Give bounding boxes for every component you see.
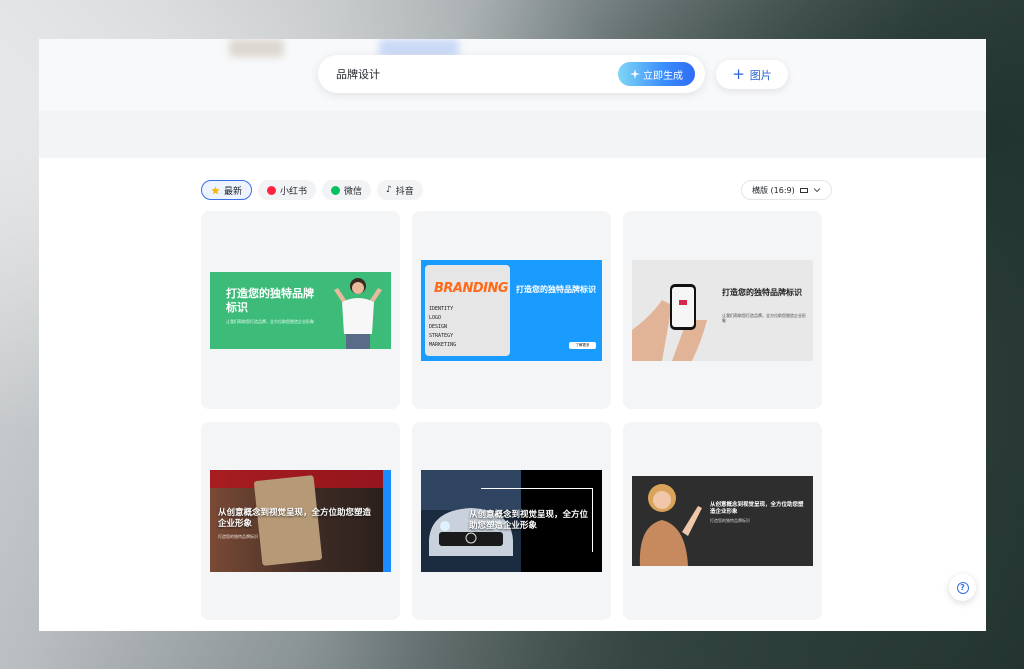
template-thumbnail: BRANDING IDENTITY LOGO DESIGN STRATEGY M… (421, 260, 602, 361)
generate-button[interactable]: 立即生成 (618, 62, 695, 86)
question-icon: ? (956, 581, 969, 594)
template-card[interactable]: 从创意概念到视觉呈现，全方位助您塑造企业形象 打造您的独特品牌标识 (201, 422, 400, 620)
learn-more-button: 了解更多 (569, 342, 596, 349)
line-item: IDENTITY (429, 306, 454, 312)
thumbnail-title: 从创意概念到视觉呈现，全方位助您塑造企业形象 (218, 508, 372, 529)
template-card[interactable]: 从创意概念到视觉呈现，全方位助您塑造企业形象 (412, 422, 611, 620)
template-thumbnail: 从创意概念到视觉呈现，全方位助您塑造企业形象 (421, 470, 602, 572)
add-image-label: 图片 (749, 68, 772, 82)
thumbnail-subtitle: 打造您的独特品牌标识 (218, 534, 258, 539)
ratio-label: 横版 (16:9) (752, 185, 795, 195)
aspect-ratio-select[interactable]: 横版 (16:9) (741, 180, 832, 200)
help-button[interactable]: ? (949, 574, 976, 601)
thumbnail-title: 从创意概念到视觉呈现，全方位助您塑造企业形象 (469, 510, 589, 531)
thumbnail-title: 打造您的独特品牌标识 (722, 288, 802, 297)
whiteboard-photo: BRANDING IDENTITY LOGO DESIGN STRATEGY M… (425, 265, 510, 356)
filter-label: 最新 (224, 186, 243, 197)
template-thumbnail: 打造您的独特品牌标识 让我们帮助您打造品牌，全方位助您塑造企业形象 (210, 272, 391, 349)
add-image-button[interactable]: + 图片 (716, 60, 788, 89)
chevron-down-icon (813, 188, 821, 193)
xiaohongshu-icon (267, 185, 277, 195)
filter-label: 抖音 (395, 186, 414, 197)
plus-icon: + (732, 65, 745, 83)
douyin-icon: ♪ (386, 185, 392, 195)
header-band (39, 111, 986, 158)
top-bar: 品牌设计 立即生成 + 图片 (39, 39, 986, 111)
filter-douyin[interactable]: ♪ 抖音 (377, 180, 423, 200)
template-card[interactable]: BRANDING IDENTITY LOGO DESIGN STRATEGY M… (412, 211, 611, 409)
woman-tshirt-photo (334, 278, 382, 349)
line-item: LOGO (429, 315, 442, 321)
thumbnail-title: 从创意概念到视觉呈现，全方位助您塑造企业形象 (710, 502, 804, 515)
template-card[interactable]: 从创意概念到视觉呈现，全方位助您塑造企业形象 打造您的独特品牌标识 (623, 422, 822, 620)
blue-side-bar (383, 470, 391, 572)
filter-label: 小红书 (280, 186, 308, 197)
prompt-input[interactable]: 品牌设计 (336, 66, 380, 82)
template-thumbnail: 打造您的独特品牌标识 让我们帮助您打造品牌，全方位助您塑造企业形象 (632, 260, 813, 361)
sparkle-icon (630, 69, 640, 79)
filter-wechat[interactable]: 微信 (322, 180, 372, 200)
thumbnail-title: 打造您的独特品牌标识 (516, 285, 596, 294)
thumbnail-title: 打造您的独特品牌标识 (226, 287, 314, 314)
branding-art-text: BRANDING (434, 281, 509, 296)
line-item: STRATEGY (429, 333, 454, 339)
filter-label: 微信 (344, 186, 363, 197)
line-item: MARKETING (429, 342, 457, 348)
landscape-icon (799, 187, 808, 193)
branding-lines: IDENTITY LOGO DESIGN STRATEGY MARKETING (429, 305, 456, 350)
thumbnail-subtitle: 让我们帮助您打造品牌，全方位助您塑造企业形象 (722, 313, 806, 323)
prompt-bar[interactable]: 品牌设计 立即生成 (318, 55, 705, 93)
thumbnail-subtitle: 打造您的独特品牌标识 (710, 518, 750, 523)
generate-label: 立即生成 (643, 70, 683, 82)
line-item: DESIGN (429, 324, 448, 330)
template-card[interactable]: 打造您的独特品牌标识 让我们帮助您打造品牌，全方位助您塑造企业形象 (623, 211, 822, 409)
platform-filters: 最新 小红书 微信 ♪ 抖音 (201, 180, 423, 200)
hands-phone-photo (632, 284, 707, 361)
template-thumbnail: 从创意概念到视觉呈现，全方位助您塑造企业形象 打造您的独特品牌标识 (210, 470, 391, 572)
app-window: 品牌设计 立即生成 + 图片 最新 小红书 微信 ♪ 抖音 横版 (16:9) … (39, 39, 986, 631)
wechat-icon (331, 185, 341, 195)
template-thumbnail: 从创意概念到视觉呈现，全方位助您塑造企业形象 打造您的独特品牌标识 (632, 476, 813, 566)
filter-latest[interactable]: 最新 (201, 180, 253, 200)
woman-pointing-photo (639, 484, 702, 566)
template-card[interactable]: 打造您的独特品牌标识 让我们帮助您打造品牌，全方位助您塑造企业形象 (201, 211, 400, 409)
filter-xiaohongshu[interactable]: 小红书 (258, 180, 317, 200)
star-icon (211, 185, 220, 194)
thumbnail-subtitle: 让我们帮助您打造品牌，全方位助您塑造企业形象 (226, 319, 314, 324)
blurred-decoration (229, 39, 284, 57)
